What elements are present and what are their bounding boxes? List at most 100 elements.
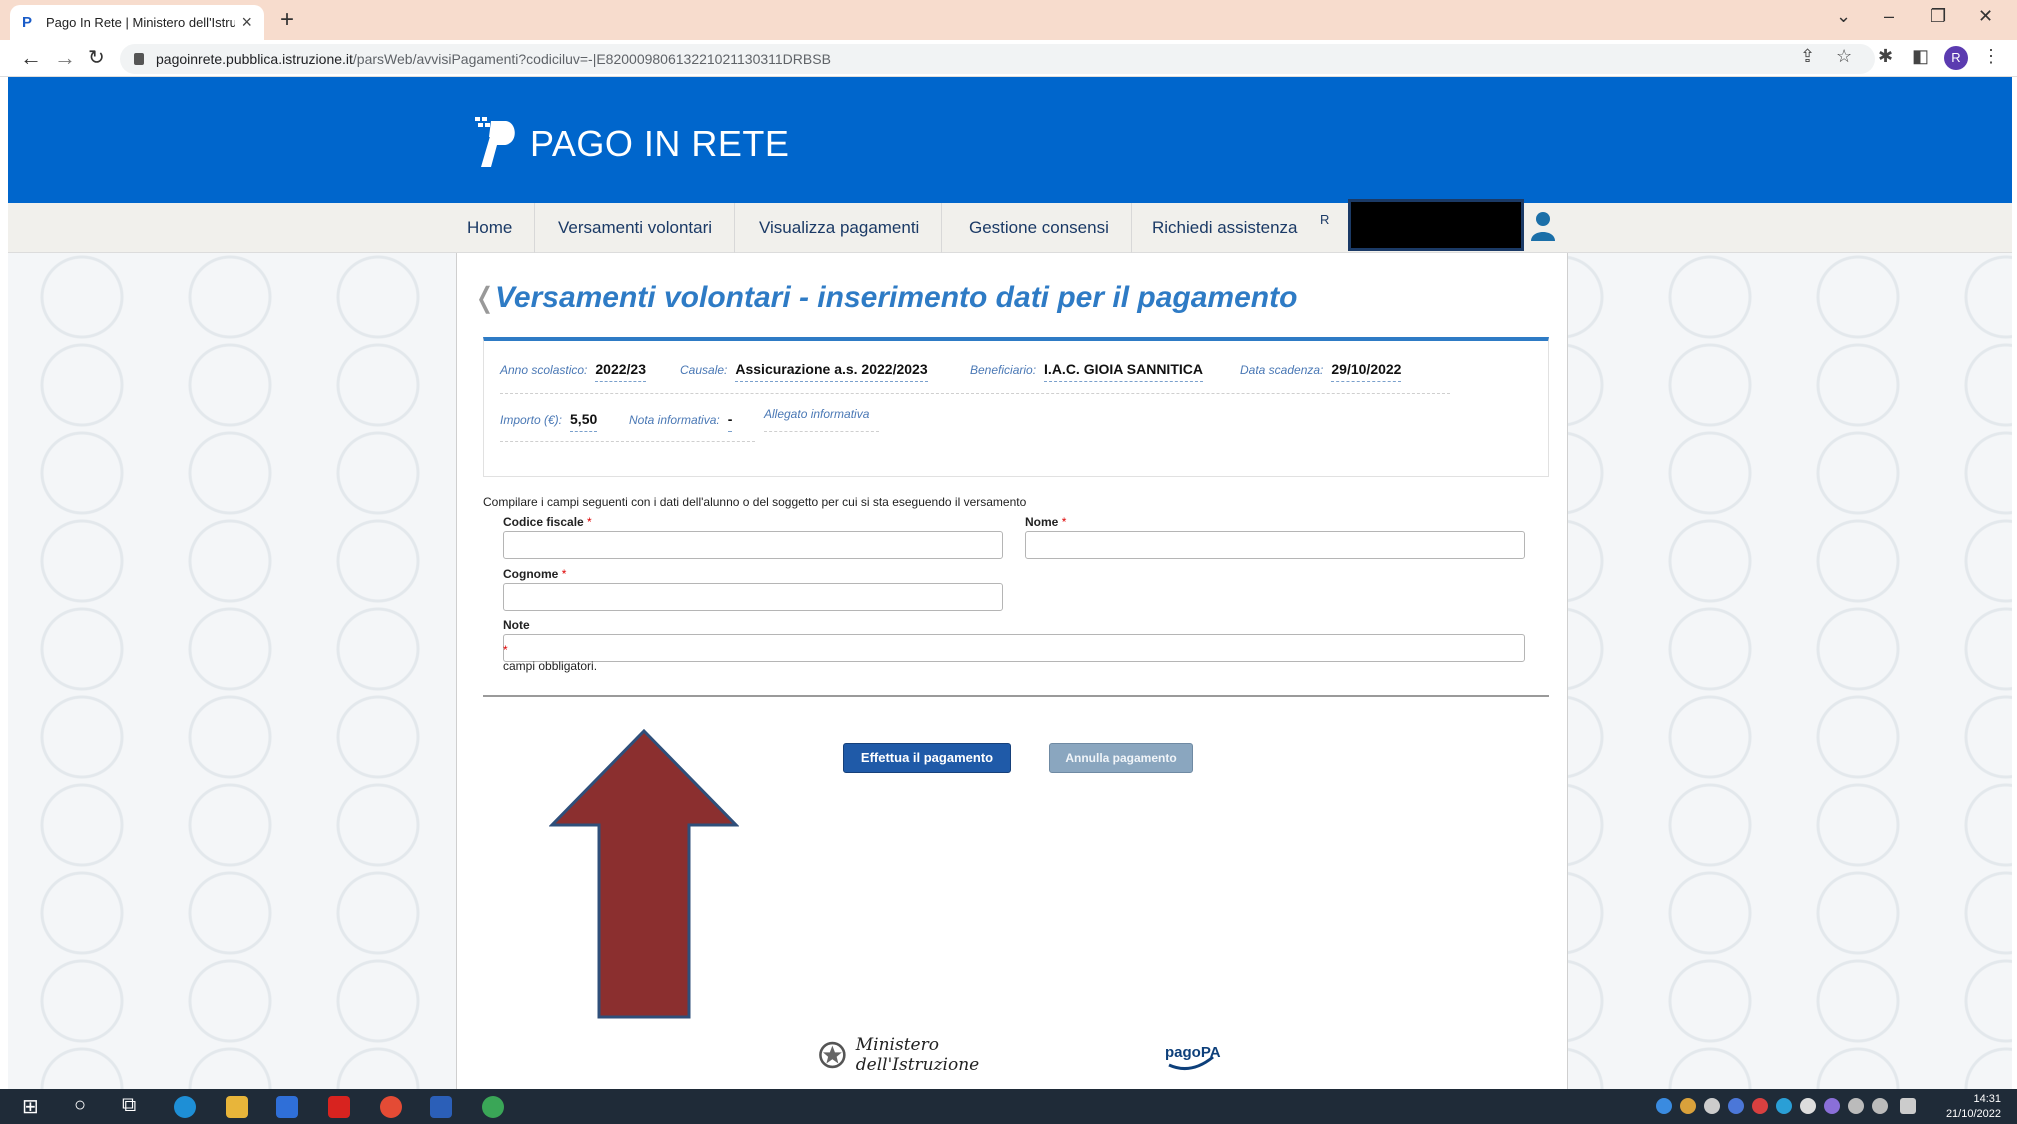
nota-informativa-value: -	[727, 411, 733, 432]
network-icon[interactable]	[1848, 1098, 1864, 1114]
acrobat-icon[interactable]	[328, 1096, 350, 1118]
back-icon[interactable]: ←	[20, 45, 42, 71]
page-title: Versamenti volontari - inserimento dati …	[495, 281, 1298, 314]
nome-label-text: Nome	[1025, 515, 1059, 529]
site-logo-text[interactable]: PAGO IN RETE	[530, 123, 789, 165]
windows-start-icon[interactable]: ⊞	[22, 1094, 39, 1118]
volume-icon[interactable]	[1872, 1098, 1888, 1114]
extensions-icon[interactable]: ✱	[1878, 46, 1893, 67]
codice-fiscale-input[interactable]	[503, 531, 1003, 559]
info-row-divider	[500, 441, 755, 442]
forward-icon[interactable]: →	[54, 45, 76, 71]
data-scadenza-field: Data scadenza: 29/10/2022	[1240, 361, 1402, 382]
form-divider	[483, 695, 1549, 697]
side-panel-icon[interactable]: ◧	[1912, 46, 1929, 67]
anno-scolastico-value: 2022/23	[595, 361, 646, 382]
nome-input[interactable]	[1025, 531, 1525, 559]
help-tray-icon[interactable]	[1656, 1098, 1672, 1114]
user-icon[interactable]	[1530, 211, 1556, 241]
mandatory-fields-note: campi obbligatori.	[503, 659, 598, 673]
causale-field: Causale: Assicurazione a.s. 2022/2023	[680, 361, 928, 382]
main-content: ❬ Versamenti volontari - inserimento dat…	[456, 253, 1568, 1089]
share-icon[interactable]: ⇪	[1800, 46, 1815, 67]
pagoinrete-logo-icon	[475, 117, 515, 167]
task-view-icon[interactable]: ⧉	[122, 1094, 136, 1118]
browser-tab-bar: P Pago In Rete | Ministero dell'Istru × …	[0, 0, 2017, 40]
anno-scolastico-label: Anno scolastico:	[500, 363, 588, 377]
word-icon[interactable]	[430, 1096, 452, 1118]
anno-scolastico-field: Anno scolastico: 2022/23	[500, 361, 646, 382]
nota-informativa-label: Nota informativa:	[629, 413, 720, 427]
tray-icon[interactable]	[1824, 1098, 1840, 1114]
cognome-input[interactable]	[503, 583, 1003, 611]
main-nav: Home Versamenti volontari Visualizza pag…	[8, 203, 2012, 253]
causale-label: Causale:	[680, 363, 728, 377]
nav-richiedi-assistenza[interactable]: Richiedi assistenza	[1130, 203, 1320, 253]
cognome-label: Cognome *	[503, 567, 566, 581]
address-bar-row: ← → ↻ pagoinrete.pubblica.istruzione.it /…	[0, 40, 2017, 77]
tray-icon[interactable]	[1752, 1098, 1768, 1114]
pagoinrete-favicon-icon: P	[22, 13, 33, 31]
nav-home[interactable]: Home	[467, 203, 536, 253]
note-label: Note	[503, 618, 530, 632]
pagopa-logo: pagoPA	[1165, 1044, 1221, 1071]
close-window-icon[interactable]: ✕	[1978, 6, 1993, 27]
file-explorer-icon[interactable]	[226, 1096, 248, 1118]
chrome-active-icon[interactable]	[380, 1096, 402, 1118]
search-icon[interactable]: ○	[74, 1094, 86, 1118]
minimize-icon[interactable]: –	[1884, 6, 1894, 27]
codice-fiscale-label-text: Codice fiscale	[503, 515, 584, 529]
ministero-logo: Ministero dell'Istruzione	[817, 1033, 1037, 1077]
required-legend-mark: *	[503, 643, 508, 657]
url-field[interactable]: pagoinrete.pubblica.istruzione.it/parsWe…	[120, 44, 1875, 74]
italian-emblem-icon	[819, 1041, 846, 1069]
notification-icon[interactable]	[1900, 1098, 1916, 1114]
profile-avatar[interactable]: R	[1944, 46, 1968, 70]
taskbar-clock[interactable]: 14:31 21/10/2022	[1946, 1092, 2001, 1122]
tray-icon[interactable]	[1704, 1098, 1720, 1114]
tray-icon[interactable]	[1728, 1098, 1744, 1114]
site-header: PAGO IN RETE	[8, 77, 2012, 203]
effettua-pagamento-button[interactable]: Effettua il pagamento	[843, 743, 1011, 773]
ministero-text: Ministero dell'Istruzione	[855, 1035, 980, 1075]
clock-time: 14:31	[1973, 1093, 2001, 1105]
clock-date: 21/10/2022	[1945, 1108, 2001, 1120]
required-mark: *	[587, 515, 592, 529]
tray-icon[interactable]	[1776, 1098, 1792, 1114]
beneficiario-label: Beneficiario:	[970, 363, 1037, 377]
restore-icon[interactable]: ❐	[1930, 6, 1946, 27]
reload-icon[interactable]: ↻	[88, 45, 105, 70]
importo-label: Importo (€):	[500, 413, 563, 427]
dropbox-tray-icon[interactable]	[1800, 1098, 1816, 1114]
beneficiario-field: Beneficiario: I.A.C. GIOIA SANNITICA	[970, 361, 1203, 382]
tab-close-icon[interactable]: ×	[241, 12, 252, 33]
windows-taskbar: ⊞ ○ ⧉ 14:31 21/10/2022	[0, 1089, 2017, 1124]
page-viewport: PAGO IN RETE Home Versamenti volontari V…	[8, 77, 2012, 1089]
nav-gestione-consensi[interactable]: Gestione consensi	[947, 203, 1132, 253]
tab-search-icon[interactable]: ⌄	[1836, 6, 1851, 27]
browser-tab[interactable]: P Pago In Rete | Ministero dell'Istru ×	[10, 5, 264, 40]
menu-icon[interactable]: ⋮	[1982, 46, 2000, 67]
data-scadenza-value: 29/10/2022	[1331, 361, 1402, 382]
nav-user-partial: R	[1320, 212, 1330, 227]
nav-visualizza-pagamenti[interactable]: Visualizza pagamenti	[737, 203, 943, 253]
nome-label: Nome *	[1025, 515, 1066, 529]
edge-icon[interactable]	[174, 1096, 196, 1118]
url-host: pagoinrete.pubblica.istruzione.it	[156, 51, 353, 67]
annotation-up-arrow	[549, 729, 739, 1019]
new-tab-button[interactable]: +	[280, 6, 294, 34]
redacted-user-name[interactable]	[1348, 199, 1524, 251]
bookmark-star-icon[interactable]: ☆	[1836, 46, 1852, 67]
allegato-informativa-link[interactable]: Allegato informativa	[764, 407, 869, 421]
required-mark: *	[1061, 515, 1067, 529]
beneficiario-value: I.A.C. GIOIA SANNITICA	[1044, 361, 1203, 382]
url-path: /parsWeb/avvisiPagamenti?codiciluv=-|E82…	[352, 51, 831, 67]
info-row-divider	[764, 431, 879, 432]
annulla-pagamento-button[interactable]: Annulla pagamento	[1049, 743, 1193, 773]
webex-icon[interactable]	[276, 1096, 298, 1118]
data-scadenza-label: Data scadenza:	[1240, 363, 1324, 377]
tray-icon[interactable]	[1680, 1098, 1696, 1114]
nav-versamenti-volontari[interactable]: Versamenti volontari	[536, 203, 736, 253]
note-input[interactable]	[503, 634, 1525, 662]
chrome-icon[interactable]	[482, 1096, 504, 1118]
